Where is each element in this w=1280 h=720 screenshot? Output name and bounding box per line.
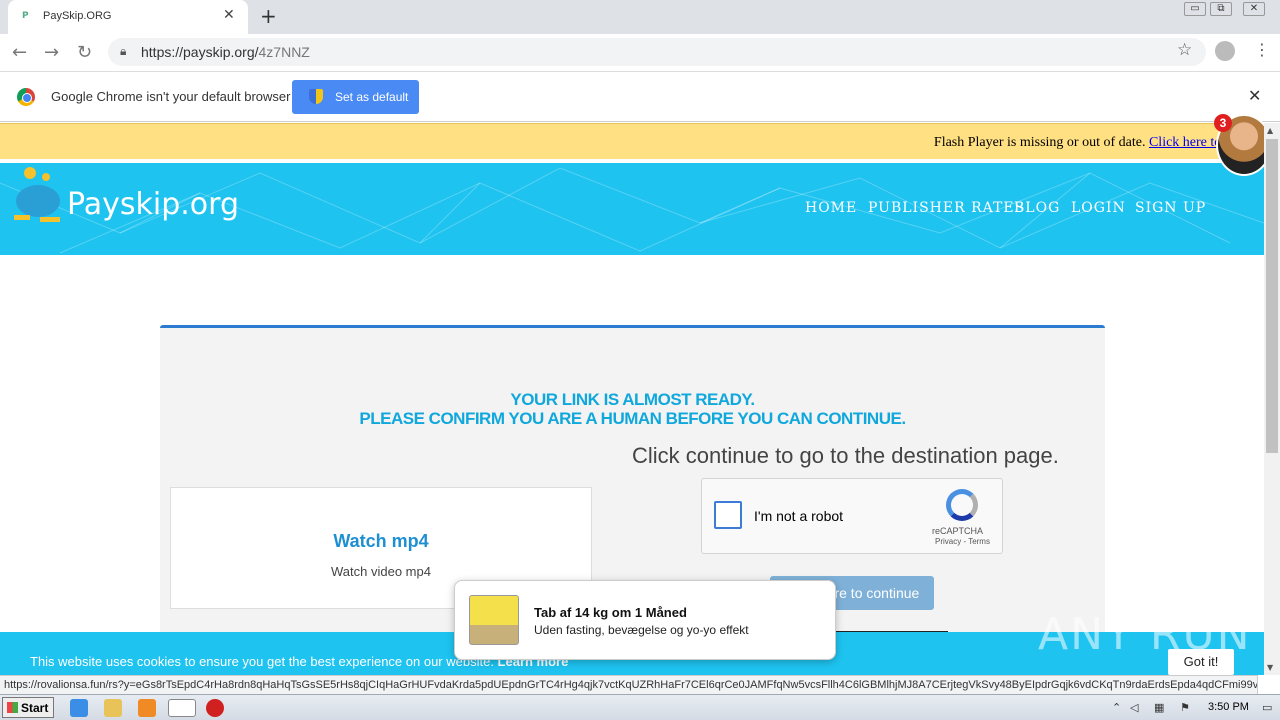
start-label: Start [21, 701, 49, 715]
watch-subtitle: Watch video mp4 [331, 564, 431, 579]
page-scrollbar[interactable]: ▲ ▼ [1264, 123, 1280, 675]
forward-icon[interactable]: → [44, 42, 59, 63]
nav-login[interactable]: LOGIN [1071, 200, 1126, 216]
recaptcha-privacy-terms[interactable]: Privacy - Terms [935, 537, 990, 546]
tab-title: PaySkip.ORG [43, 10, 112, 22]
recaptcha-logo-icon [946, 489, 978, 521]
browser-tab[interactable]: P PaySkip.ORG ✕ [8, 0, 248, 34]
scroll-up-icon[interactable]: ▲ [1267, 126, 1273, 135]
address-bar[interactable]: 🔒︎ https://payskip.org/4z7NNZ [108, 38, 1206, 66]
ie-icon[interactable] [70, 699, 88, 717]
flag-icon[interactable]: ⚑ [1180, 701, 1192, 714]
chrome-logo-icon [17, 88, 35, 106]
recaptcha-brand: reCAPTCHA [932, 526, 984, 536]
page-viewport: Flash Player is missing or out of date. … [0, 123, 1264, 675]
explorer-folder-icon[interactable] [104, 699, 122, 717]
captcha-checkbox[interactable] [714, 501, 742, 529]
bookmark-star-icon[interactable]: ☆ [1177, 40, 1192, 60]
cookie-message-text: This website uses cookies to ensure you … [30, 654, 498, 669]
media-player-icon[interactable] [138, 699, 156, 717]
site-favicon-icon: P [22, 11, 29, 21]
show-desktop-icon[interactable]: ▭ [1262, 701, 1274, 714]
nav-blog[interactable]: BLOG [1014, 200, 1060, 216]
status-url-bar: https://rovalionsa.fun/rs?y=eGs8rTsEpdC4… [0, 675, 1258, 694]
notification-body: Uden fasting, bevægelse og yo-yo effekt [534, 623, 749, 637]
profile-avatar-icon[interactable] [1215, 41, 1235, 61]
notification-badge: 3 [1214, 114, 1232, 132]
site-header: Payskip.org HOME PUBLISHER RATES BLOG LO… [0, 163, 1264, 255]
nav-publisher-rates[interactable]: PUBLISHER RATES [868, 200, 1025, 216]
new-tab-button[interactable]: + [260, 4, 277, 28]
url-path: 4z7NNZ [258, 44, 310, 60]
scroll-thumb[interactable] [1266, 139, 1278, 453]
recaptcha-widget: I'm not a robot reCAPTCHA Privacy - Term… [701, 478, 1003, 554]
url-text[interactable]: https://payskip.org/4z7NNZ [141, 44, 310, 60]
browser-toolbar: ← → ↻ 🔒︎ https://payskip.org/4z7NNZ [0, 34, 1280, 72]
close-window-button[interactable]: ✕ [1243, 2, 1265, 16]
tab-close-icon[interactable]: ✕ [223, 7, 235, 23]
notification-product-image [469, 595, 519, 645]
flash-warning-bar: Flash Player is missing or out of date. … [0, 123, 1264, 159]
scroll-down-icon[interactable]: ▼ [1267, 663, 1273, 672]
default-browser-infobar: Google Chrome isn't your default browser… [0, 72, 1280, 122]
chrome-taskbar-icon[interactable] [168, 699, 196, 717]
anyrun-watermark: ANY RUN [1038, 609, 1252, 660]
destination-text: Click continue to go to the destination … [632, 443, 1059, 468]
volume-icon[interactable]: ◁ [1130, 701, 1142, 714]
headline-confirm: PLEASE CONFIRM YOU ARE A HUMAN BEFORE YO… [359, 409, 906, 428]
restore-button[interactable]: ⧉ [1210, 2, 1232, 16]
start-button[interactable]: Start [2, 697, 54, 718]
url-host: https://payskip.org/ [141, 44, 259, 60]
windows-taskbar: Start ⌃ ◁ ▦ ⚑ 3:50 PM ▭ [0, 694, 1280, 720]
uac-shield-icon [309, 89, 323, 104]
flash-message: Flash Player is missing or out of date. [933, 135, 1149, 150]
set-as-default-label: Set as default [335, 90, 409, 104]
flash-warning: Flash Player is missing or out of date. … [934, 135, 1259, 151]
windows-logo-icon [7, 702, 18, 713]
clock[interactable]: 3:50 PM [1208, 701, 1249, 713]
infobar-message: Google Chrome isn't your default browser [51, 89, 291, 104]
set-as-default-button[interactable]: Set as default [292, 80, 419, 114]
nav-sign-up[interactable]: SIGN UP [1135, 200, 1206, 216]
piggy-bank-icon [14, 167, 60, 222]
warning-app-icon[interactable] [206, 699, 224, 717]
infobar-close-icon[interactable]: ✕ [1248, 86, 1261, 105]
back-icon[interactable]: ← [12, 42, 27, 63]
notification-title: Tab af 14 kg om 1 Måned [534, 605, 687, 620]
lock-icon[interactable]: 🔒︎ [120, 44, 126, 59]
site-logo[interactable]: Payskip.org [67, 187, 239, 222]
tray-arrow-icon[interactable]: ⌃ [1112, 701, 1124, 714]
push-notification[interactable]: Tab af 14 kg om 1 Måned Uden fasting, be… [454, 580, 836, 660]
minimize-button[interactable]: ▭ [1184, 2, 1206, 16]
watch-title[interactable]: Watch mp4 [171, 531, 591, 552]
tab-strip: P PaySkip.ORG ✕ + ▭ ⧉ ✕ [0, 0, 1280, 34]
network-icon[interactable]: ▦ [1154, 701, 1166, 714]
captcha-label: I'm not a robot [754, 508, 844, 524]
nav-home[interactable]: HOME [805, 200, 857, 216]
reload-icon[interactable]: ↻ [77, 42, 92, 63]
headline-ready: YOUR LINK IS ALMOST READY. [510, 390, 755, 409]
chrome-menu-icon[interactable]: ⋮ [1254, 40, 1270, 59]
